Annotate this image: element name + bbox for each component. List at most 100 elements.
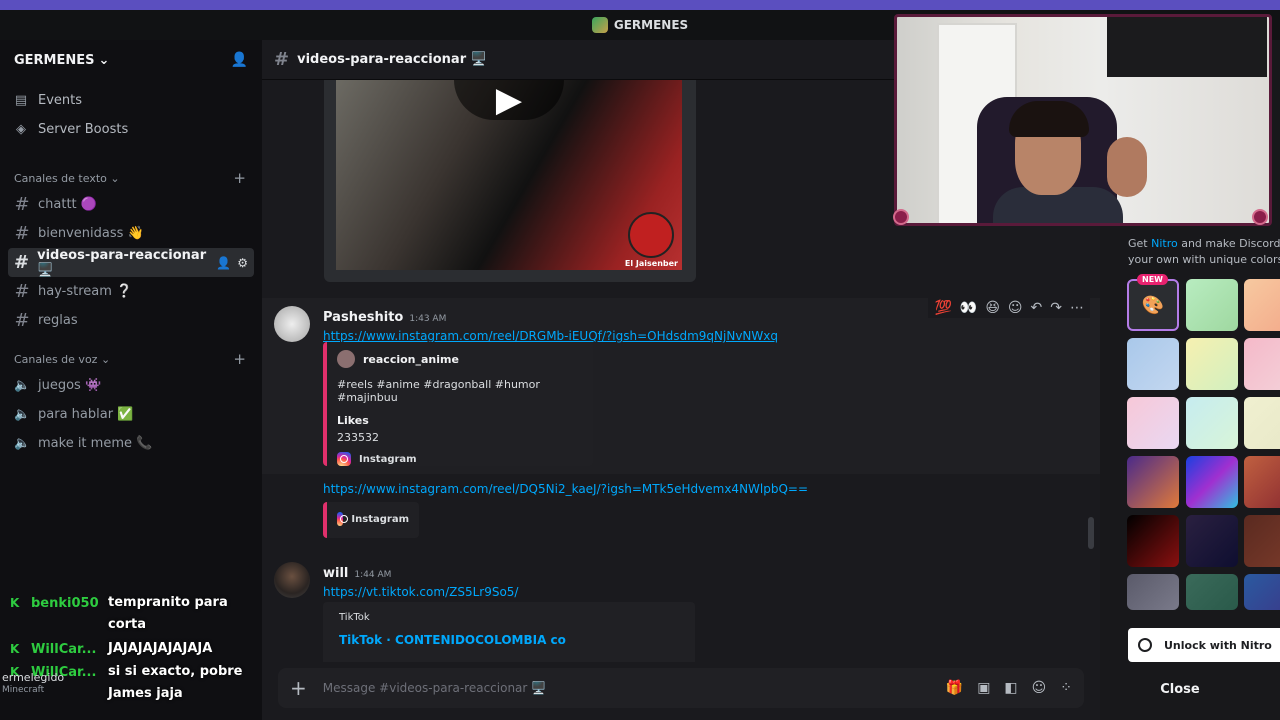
channel-badge-image <box>628 212 674 258</box>
play-icon[interactable]: ▶ <box>454 80 564 120</box>
more-options-icon[interactable]: ⋯ <box>1070 300 1084 316</box>
text-channels-category[interactable]: Canales de texto ⌄ + <box>0 166 262 190</box>
streamer-hand <box>1107 137 1147 197</box>
color-swatch[interactable] <box>1127 338 1179 390</box>
message-author[interactable]: Pasheshito <box>323 310 403 325</box>
add-attachment-icon[interactable]: + <box>290 676 307 700</box>
sidebar-item-label: Events <box>38 93 83 108</box>
gift-icon[interactable]: 🎁 <box>946 680 963 696</box>
server-header[interactable]: GERMENES ⌄ 👤 <box>0 40 262 80</box>
nitro-icon <box>1138 638 1152 652</box>
color-swatch[interactable] <box>1186 279 1238 331</box>
speaker-icon: 🔈 <box>14 407 31 422</box>
chevron-down-icon: ⌄ <box>98 52 110 68</box>
hash-icon: # <box>14 194 30 215</box>
message-input[interactable]: Message #videos-para-reaccionar 🖥️ <box>323 681 546 695</box>
instagram-embed: Instagram <box>323 502 419 538</box>
reaction-eyes-icon[interactable]: 👀 <box>960 300 977 316</box>
reply-icon[interactable]: ↶ <box>1031 300 1043 316</box>
hash-icon: # <box>14 223 30 244</box>
avatar[interactable] <box>274 306 310 342</box>
channel-label: videos-para-reaccionar 🖥️ <box>37 247 207 278</box>
forward-icon[interactable]: ↷ <box>1050 300 1062 316</box>
add-reaction-icon[interactable]: ☺ <box>1008 300 1023 316</box>
message-pasheshito[interactable]: Pasheshito 1:43 AM https://www.instagram.… <box>262 298 1100 474</box>
unlock-with-nitro-button[interactable]: Unlock with Nitro <box>1128 628 1280 662</box>
color-swatch[interactable] <box>1127 456 1179 508</box>
speaker-icon: 🔈 <box>14 436 31 451</box>
color-swatch[interactable] <box>1244 456 1280 508</box>
message-header: Pasheshito 1:43 AM <box>323 306 778 325</box>
color-swatch[interactable] <box>1244 397 1280 449</box>
sticker-icon[interactable]: ◧ <box>1004 680 1017 696</box>
message-link[interactable]: https://vt.tiktok.com/ZS5Lr9So5/ <box>323 585 518 599</box>
app-window: GERMENES GERMENES ⌄ 👤 ▤ Events ◈ Server B… <box>0 0 1280 720</box>
color-swatch[interactable] <box>1186 574 1238 610</box>
sidebar-item-server-boosts[interactable]: ◈ Server Boosts <box>0 115 262 144</box>
chat-message: si si exacto, pobre James jaja <box>108 664 243 701</box>
custom-color-swatch[interactable]: 🎨 <box>1127 279 1179 331</box>
hash-icon: # <box>14 281 30 302</box>
nitro-link[interactable]: Nitro <box>1151 237 1178 250</box>
message-will[interactable]: will 1:44 AM https://vt.tiktok.com/ZS5Lr9… <box>262 558 1100 662</box>
boost-icon: ◈ <box>16 122 26 137</box>
message-composer[interactable]: + Message #videos-para-reaccionar 🖥️ 🎁 ▣… <box>278 668 1084 708</box>
calendar-icon: ▤ <box>14 93 28 108</box>
video-embed: ▶ El Jaisenber <box>324 80 696 282</box>
kick-icon: K <box>10 642 20 656</box>
voice-channel-juegos[interactable]: 🔈 juegos 👾 <box>8 371 254 400</box>
chat-username: WillCar... <box>31 642 97 657</box>
instagram-icon <box>337 452 351 466</box>
color-swatch[interactable] <box>1127 397 1179 449</box>
server-icon <box>591 17 608 33</box>
voice-channels-category[interactable]: Canales de voz ⌄ + <box>0 347 262 371</box>
reaction-100-icon[interactable]: 💯 <box>934 300 951 316</box>
reaction-smile-icon[interactable]: 😆 <box>985 300 1000 316</box>
invite-people-icon[interactable]: 👤 <box>231 52 248 68</box>
color-swatch[interactable] <box>1244 279 1280 331</box>
avatar[interactable] <box>274 562 310 598</box>
voice-channel-para-hablar[interactable]: 🔈 para hablar ✅ <box>8 400 254 429</box>
chat-scrollbar[interactable] <box>1088 517 1094 549</box>
add-channel-icon[interactable]: + <box>233 350 246 368</box>
webcam-overlay <box>894 14 1272 226</box>
sidebar-item-events[interactable]: ▤ Events <box>0 86 262 115</box>
video-thumbnail[interactable]: ▶ El Jaisenber <box>336 80 682 270</box>
embed-author[interactable]: reaccion_anime <box>363 353 459 366</box>
gear-icon[interactable]: ⚙ <box>237 256 248 270</box>
embed-provider: TikTok <box>339 612 370 623</box>
color-swatch[interactable] <box>1186 338 1238 390</box>
message-link[interactable]: https://www.instagram.com/reel/DQ5Ni2_ka… <box>323 482 808 496</box>
emoji-icon[interactable]: ☺ <box>1032 680 1047 696</box>
add-channel-icon[interactable]: + <box>233 169 246 187</box>
apps-icon[interactable]: ⁘ <box>1060 680 1072 696</box>
video-watermark: El Jaisenber <box>624 259 678 268</box>
message-link[interactable]: https://www.instagram.com/reel/DRGMb-iEU… <box>323 329 778 343</box>
channel-reglas[interactable]: # reglas <box>8 306 254 335</box>
channel-bienvenidass[interactable]: # bienvenidass 👋 <box>8 219 254 248</box>
message-author[interactable]: will <box>323 566 348 581</box>
channel-hay-stream[interactable]: # hay-stream ❔ <box>8 277 254 306</box>
color-swatch[interactable] <box>1186 515 1238 567</box>
user-status-panel[interactable]: ermelegido Minecraft <box>2 672 64 696</box>
gif-icon[interactable]: ▣ <box>977 680 990 696</box>
instagram-embed: reaccion_anime #reels #anime #dragonball… <box>323 342 593 466</box>
color-swatch[interactable] <box>1244 515 1280 567</box>
close-button[interactable]: Close <box>1130 672 1280 706</box>
channel-chattt[interactable]: # chattt 🟣 <box>8 190 254 219</box>
color-swatch[interactable] <box>1244 338 1280 390</box>
color-swatch[interactable] <box>1127 515 1179 567</box>
embed-author-avatar <box>337 350 355 368</box>
server-name: GERMENES <box>14 52 95 68</box>
embed-title[interactable]: TikTok · CONTENIDOCOLOMBIA co <box>339 633 683 647</box>
color-swatch[interactable] <box>1186 397 1238 449</box>
message-continuation[interactable]: https://www.instagram.com/reel/DQ5Ni2_ka… <box>262 478 1100 542</box>
voice-channel-make-it-meme[interactable]: 🔈 make it meme 📞 <box>8 429 254 458</box>
invite-member-icon[interactable]: 👤 <box>216 256 231 270</box>
new-badge: NEW <box>1137 274 1168 285</box>
channel-videos-para-reaccionar[interactable]: # videos-para-reaccionar 🖥️ 👤 ⚙ <box>8 247 254 278</box>
frame-corner-ornament <box>1252 209 1268 225</box>
color-swatch[interactable] <box>1186 456 1238 508</box>
color-swatch[interactable] <box>1127 574 1179 610</box>
color-swatch[interactable] <box>1244 574 1280 610</box>
